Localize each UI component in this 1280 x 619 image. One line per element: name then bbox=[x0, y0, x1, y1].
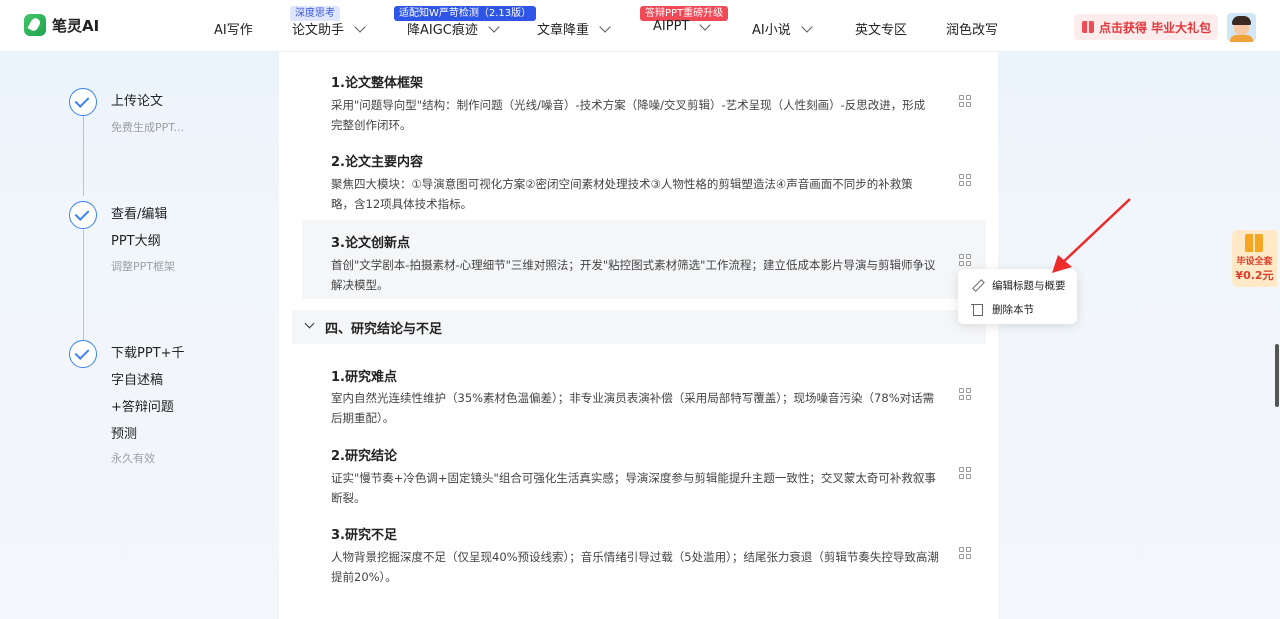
graduation-promo-float[interactable]: 毕设全套 ¥0.2元 bbox=[1232, 230, 1277, 287]
nav-label: AI小说 bbox=[752, 23, 791, 38]
promo-price: ¥0.2元 bbox=[1235, 269, 1274, 282]
nav-english-zone[interactable]: 英文专区 bbox=[855, 19, 907, 38]
gift-box-icon bbox=[1245, 234, 1263, 252]
step-3-title-line1: 下载PPT+千 bbox=[111, 346, 185, 361]
nav-label: AI写作 bbox=[214, 23, 253, 38]
step-1-sub: 免费生成PPT... bbox=[111, 121, 185, 134]
pencil-icon bbox=[970, 278, 984, 292]
grid-menu-icon[interactable] bbox=[959, 95, 971, 107]
summary-line: 采用"问题导向型"结构：制作问题（光线/噪音）-技术方案（降噪/交叉剪辑）-艺术… bbox=[331, 98, 926, 112]
page-scrollbar[interactable] bbox=[1275, 344, 1279, 407]
nav-label: 文章降重 bbox=[537, 23, 590, 38]
summary-line: 断裂。 bbox=[331, 491, 366, 505]
summary-line: 解决模型。 bbox=[331, 278, 389, 292]
summary-line: 后期重配）。 bbox=[331, 411, 395, 425]
step-2-sub: 调整PPT框架 bbox=[111, 260, 175, 273]
grid-menu-icon[interactable] bbox=[959, 388, 971, 400]
section-title[interactable]: 3.研究不足 bbox=[331, 524, 397, 543]
chapter-title[interactable]: 四、研究结论与不足 bbox=[325, 318, 442, 337]
section-title[interactable]: 1.研究难点 bbox=[331, 366, 397, 385]
brand-logo[interactable]: 笔灵AI bbox=[24, 14, 99, 36]
section-title[interactable]: 2.研究结论 bbox=[331, 445, 397, 464]
menu-item-label: 删除本节 bbox=[992, 303, 1034, 316]
summary-line: 室内自然光连续性维护（35%素材色温偏差）；非专业演员表演补偿（采用局部特写覆盖… bbox=[331, 391, 935, 405]
step-3-title-line4: 预测 bbox=[111, 427, 138, 442]
section-summary[interactable]: 采用"问题导向型"结构：制作问题（光线/噪音）-技术方案（降噪/交叉剪辑）-艺术… bbox=[331, 95, 948, 135]
nav-ai-writing[interactable]: AI写作 bbox=[214, 19, 253, 38]
nav-article-dedup[interactable]: 文章降重 bbox=[537, 19, 611, 38]
step-2-title-line1: 查看/编辑 bbox=[111, 207, 168, 222]
nav-label: 英文专区 bbox=[855, 23, 908, 38]
grid-menu-icon[interactable] bbox=[959, 467, 971, 479]
avatar[interactable] bbox=[1227, 13, 1256, 42]
grid-menu-icon[interactable] bbox=[959, 547, 971, 559]
section-title[interactable]: 3.论文创新点 bbox=[331, 232, 410, 251]
section-summary[interactable]: 室内自然光连续性维护（35%素材色温偏差）；非专业演员表演补偿（采用局部特写覆盖… bbox=[331, 388, 948, 428]
nav-label: 论文助手 bbox=[292, 23, 345, 38]
red-arrow-annotation bbox=[1052, 198, 1131, 273]
chevron-down-icon bbox=[699, 18, 712, 31]
summary-line: 略，含12项具体技术指标。 bbox=[331, 197, 473, 211]
nav-polish-rewrite[interactable]: 润色改写 bbox=[946, 19, 998, 38]
nav-reduce-aigc[interactable]: 降AIGC痕迹 bbox=[407, 19, 500, 38]
delete-section-menu-item[interactable]: 删除本节 bbox=[970, 299, 1034, 319]
summary-line: 完整创作闭环。 bbox=[331, 118, 412, 132]
chevron-down-icon bbox=[801, 20, 813, 33]
avatar-hair bbox=[1232, 16, 1251, 25]
nav-paper-assistant[interactable]: 论文助手 bbox=[292, 19, 366, 38]
grid-menu-icon[interactable] bbox=[959, 174, 971, 186]
step-check-icon bbox=[69, 340, 97, 368]
grid-menu-icon[interactable] bbox=[959, 254, 971, 266]
summary-line: 人物背景挖掘深度不足（仅呈现40%预设线索）；音乐情绪引导过载（5处滥用）；结尾… bbox=[331, 550, 939, 564]
step-2-title-line2: PPT大纲 bbox=[111, 234, 161, 249]
step-connector bbox=[83, 230, 84, 340]
section-summary[interactable]: 人物背景挖掘深度不足（仅呈现40%预设线索）；音乐情绪引导过载（5处滥用）；结尾… bbox=[331, 547, 948, 587]
leaf-logo-icon bbox=[24, 14, 46, 36]
summary-line: 提前20%）。 bbox=[331, 570, 397, 584]
step-3-title-line3: +答辩问题 bbox=[111, 400, 174, 415]
nav-label: 润色改写 bbox=[946, 23, 999, 38]
promo-line1: 毕设全套 bbox=[1236, 257, 1273, 267]
chevron-down-icon bbox=[599, 20, 611, 33]
section-summary[interactable]: 首创"文学剧本-拍摄素材-心理细节"三维对照法；开发"粘控图式素材筛选"工作流程… bbox=[331, 255, 948, 295]
graduation-gift-button[interactable]: 点击获得 毕业大礼包 bbox=[1074, 14, 1218, 40]
step-3-sub: 永久有效 bbox=[111, 452, 155, 465]
section-title[interactable]: 1.论文整体框架 bbox=[331, 72, 423, 91]
nav-label: AIPPT bbox=[653, 19, 690, 34]
nav-ai-novel[interactable]: AI小说 bbox=[752, 19, 813, 38]
gift-icon bbox=[1082, 21, 1094, 33]
nav-aippt[interactable]: AIPPT bbox=[653, 18, 712, 34]
step-connector bbox=[83, 116, 84, 196]
summary-line: 聚焦四大模块：①导演意图可视化方案②密闭空间素材处理技术③人物性格的剪辑塑造法④… bbox=[331, 177, 913, 191]
step-1-title: 上传论文 bbox=[111, 94, 164, 109]
step-3-title-line2: 字自述稿 bbox=[111, 373, 164, 388]
top-navigation: 笔灵AI AI写作 深度思考 论文助手 适配知W严苛检测（2.13版） 降AIG… bbox=[0, 0, 1280, 52]
step-check-icon bbox=[69, 201, 97, 229]
avatar-shirt bbox=[1230, 35, 1253, 42]
section-summary[interactable]: 聚焦四大模块：①导演意图可视化方案②密闭空间素材处理技术③人物性格的剪辑塑造法④… bbox=[331, 174, 948, 214]
brand-name: 笔灵AI bbox=[52, 16, 100, 35]
chevron-down-icon bbox=[488, 20, 500, 33]
summary-line: 首创"文学剧本-拍摄素材-心理细节"三维对照法；开发"粘控图式素材筛选"工作流程… bbox=[331, 258, 936, 272]
trash-icon bbox=[970, 302, 984, 316]
section-title[interactable]: 2.论文主要内容 bbox=[331, 151, 423, 170]
gift-label: 点击获得 毕业大礼包 bbox=[1099, 20, 1212, 35]
nav-label: 降AIGC痕迹 bbox=[407, 23, 478, 38]
section-summary[interactable]: 证实"慢节奏+冷色调+固定镜头"组合可强化生活真实感；导演深度参与剪辑能提升主题… bbox=[331, 468, 948, 508]
summary-line: 证实"慢节奏+冷色调+固定镜头"组合可强化生活真实感；导演深度参与剪辑能提升主题… bbox=[331, 471, 936, 485]
step-check-icon bbox=[69, 88, 97, 116]
chevron-down-icon bbox=[354, 20, 366, 33]
